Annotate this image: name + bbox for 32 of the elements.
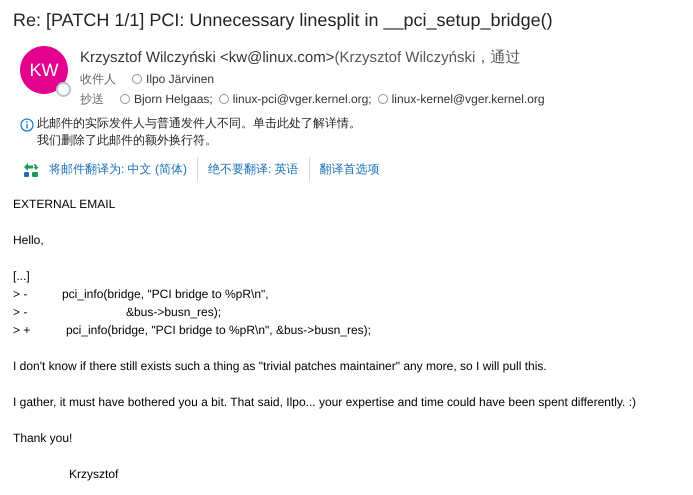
info-icon bbox=[20, 118, 34, 132]
translate-link[interactable]: 翻译首选项 bbox=[320, 160, 380, 178]
sender-via: (Krzysztof Wilczyński，通过 bbox=[334, 48, 520, 68]
notice-text: 此邮件的实际发件人与普通发件人不同。单击此处了解详情。 bbox=[37, 115, 361, 132]
diff-marker: > - bbox=[13, 286, 28, 303]
diff-marker: > + bbox=[13, 322, 32, 339]
recipient-name[interactable]: linux-pci@vger.kernel.org; bbox=[232, 89, 372, 109]
signature: Krzysztof bbox=[68, 466, 120, 483]
code-line: pci_info(bridge, "PCI bridge to %pR\n", &bus->busn_res); bbox=[65, 322, 372, 339]
translate-link[interactable]: 将邮件翻译为: 中文 (简体) bbox=[49, 160, 187, 178]
sender-name: Krzysztof Wilczyński <kw@linux.com> bbox=[80, 48, 334, 68]
code-line: &bus->busn_res); bbox=[125, 304, 222, 321]
notice-text: 我们删除了此邮件的额外换行符。 bbox=[37, 132, 218, 149]
to-label: 收件人 bbox=[80, 71, 116, 88]
presence-icon bbox=[56, 82, 71, 97]
body-paragraph: Thank you! bbox=[13, 430, 74, 447]
presence-icon bbox=[218, 94, 229, 104]
avatar: KW bbox=[20, 46, 68, 94]
presence-icon bbox=[378, 94, 388, 104]
elided-marker: [...] bbox=[13, 268, 30, 285]
recipient-name[interactable]: linux-kernel@vger.kernel.org bbox=[392, 89, 545, 109]
diff-marker: > - bbox=[13, 304, 28, 321]
recipient-name[interactable]: Ilpo Järvinen bbox=[146, 69, 214, 89]
translate-link[interactable]: 绝不要翻译: 英语 bbox=[208, 160, 299, 178]
body-paragraph: Hello, bbox=[13, 232, 45, 249]
body-paragraph: I don't know if there still exists such a thing as "trivial patches maintainer" any more, so I will pull this. bbox=[13, 358, 548, 375]
body-paragraph: EXTERNAL EMAIL bbox=[13, 196, 116, 213]
recipient-name[interactable]: Bjorn Helgaas; bbox=[134, 89, 213, 109]
body-paragraph: I gather, it must have bothered you a bit. That said, Ilpo... your expertise and time could have been spent differently. :) bbox=[13, 394, 638, 411]
cc-label: 抄送 bbox=[80, 91, 104, 108]
code-line: pci_info(bridge, "PCI bridge to %pR\n", bbox=[61, 286, 269, 303]
email-subject: Re: [PATCH 1/1] PCI: Unnecessary linesplit in __pci_setup_bridge() bbox=[13, 9, 554, 32]
